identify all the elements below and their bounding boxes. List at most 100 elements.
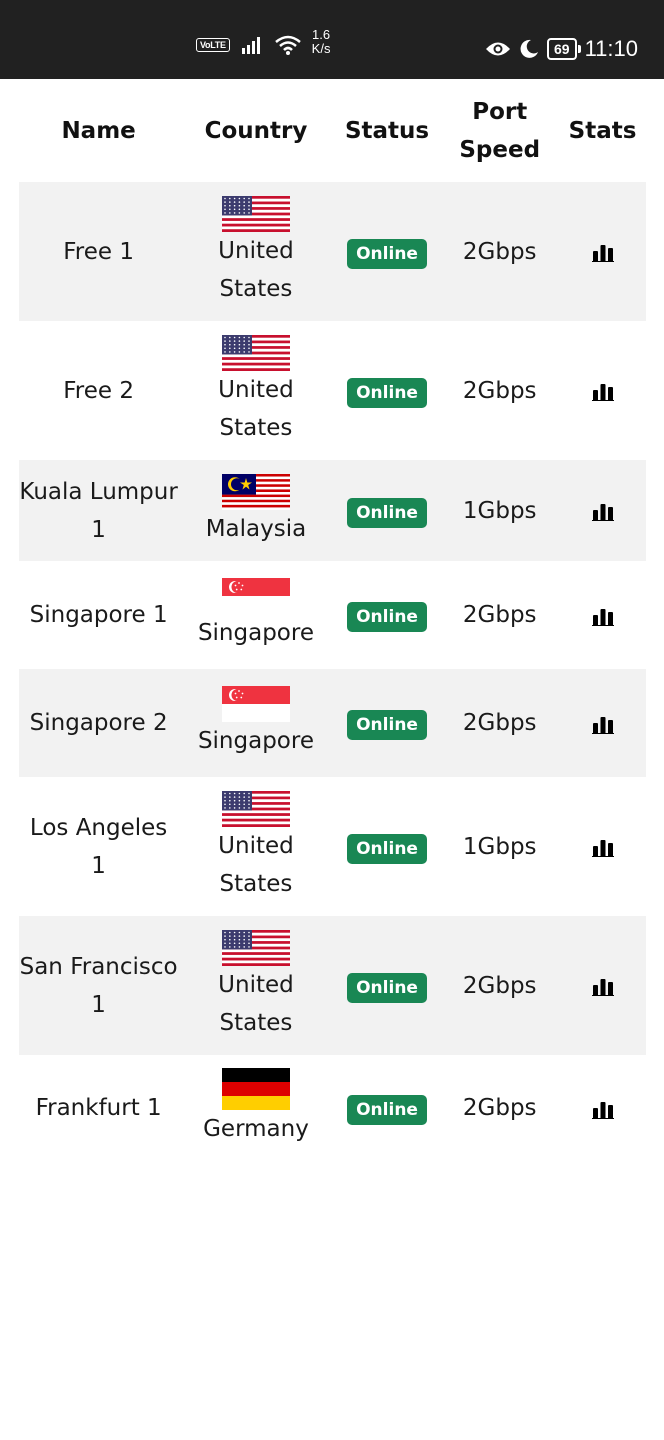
stats-button[interactable]: [559, 460, 646, 561]
server-status: Online: [334, 321, 441, 460]
table-row[interactable]: Los Angeles 1 United States Online 1Gbps: [19, 777, 646, 916]
bar-chart-icon[interactable]: [591, 976, 614, 996]
table-header-row: Name Country Status Port Speed Stats: [19, 79, 646, 182]
port-speed: 2Gbps: [462, 602, 537, 628]
status-badge: Online: [347, 377, 427, 408]
server-name: Free 2: [63, 377, 134, 404]
us-flag-icon: [221, 929, 290, 966]
server-country: Singapore: [178, 561, 333, 669]
bar-chart-icon[interactable]: [591, 714, 614, 734]
server-status: Online: [333, 182, 441, 321]
server-status: Online: [334, 777, 441, 916]
header-status: Status: [344, 117, 430, 144]
server-name: San Francisco 1: [19, 916, 179, 1055]
table-row[interactable]: Free 1 United States Online 2Gbps: [19, 182, 646, 321]
wifi-icon: [274, 35, 301, 55]
singapore-flag-icon: [221, 578, 290, 614]
port-speed: 2Gbps: [440, 182, 560, 321]
stats-button[interactable]: [559, 916, 646, 1055]
status-badge: Online: [347, 497, 427, 528]
us-flag-icon: [221, 334, 290, 371]
volte-icon: VoLTE: [196, 38, 230, 52]
battery-level: 69: [554, 41, 570, 57]
malaysia-flag-icon: [221, 473, 290, 510]
us-flag-icon: [221, 790, 290, 827]
header-stats: Stats: [568, 117, 637, 144]
server-status: Online: [333, 460, 441, 561]
port-speed: 1Gbps: [462, 833, 537, 860]
server-name: Los Angeles 1: [29, 814, 168, 879]
status-badge: Online: [347, 972, 427, 1003]
stats-button[interactable]: [559, 561, 646, 669]
server-table: Name Country Status Port Speed Stats Fre…: [19, 79, 646, 1161]
port-speed: 2Gbps: [462, 377, 537, 404]
server-country: United States: [178, 777, 333, 916]
server-status: Online: [334, 561, 441, 669]
country-name: United States: [218, 832, 294, 897]
server-country: United States: [178, 182, 334, 321]
port-speed: 2Gbps: [440, 669, 560, 777]
header-country: Country: [204, 117, 308, 144]
status-badge: Online: [347, 238, 427, 269]
header-name: Name: [61, 117, 136, 144]
table-row[interactable]: Frankfurt 1 Germany Online 2Gbps: [19, 1055, 646, 1161]
bar-chart-icon[interactable]: [591, 1099, 614, 1119]
bar-chart-icon[interactable]: [591, 837, 614, 857]
server-name: Frankfurt 1: [35, 1095, 162, 1121]
speed-value: 1.6: [312, 27, 331, 42]
port-speed: 2Gbps: [462, 1095, 537, 1121]
country-name: United States: [218, 971, 294, 1036]
table-row[interactable]: Singapore 1 Singapore Online 2Gbps: [19, 561, 646, 669]
stats-button[interactable]: [559, 669, 646, 777]
country-name: United States: [218, 376, 294, 441]
stats-button[interactable]: [559, 321, 646, 460]
network-speed: 1.6 K/s: [312, 28, 331, 56]
stats-button[interactable]: [559, 182, 646, 321]
country-name: Germany: [203, 1116, 309, 1142]
bar-chart-icon[interactable]: [591, 242, 614, 262]
server-name: Kuala Lumpur 1: [19, 460, 179, 561]
stats-button[interactable]: [559, 1055, 646, 1161]
server-name: Singapore 2: [19, 669, 179, 777]
server-country: United States: [178, 916, 334, 1055]
server-name: Singapore 1: [29, 602, 168, 628]
status-badge: Online: [347, 1095, 427, 1125]
server-country: Germany: [178, 1055, 333, 1161]
clock: 11:10: [584, 36, 638, 61]
status-bar-left: VoLTE 1.6 K/s: [196, 28, 330, 56]
country-name: Singapore: [197, 620, 314, 646]
bar-chart-icon[interactable]: [591, 381, 614, 401]
singapore-flag-icon: [221, 686, 290, 722]
table-row[interactable]: Singapore 2 Singapore Online 2Gbps: [19, 669, 646, 777]
server-country: Singapore: [178, 669, 334, 777]
cell-signal-icon: [241, 37, 260, 54]
country-name: United States: [218, 237, 294, 302]
server-status: Online: [333, 669, 441, 777]
bar-chart-icon[interactable]: [591, 606, 614, 626]
server-country: Malaysia: [178, 460, 334, 561]
country-name: Malaysia: [205, 515, 307, 542]
server-status: Online: [334, 1055, 441, 1161]
header-port-speed: Port Speed: [459, 98, 541, 163]
server-status: Online: [333, 916, 441, 1055]
status-badge: Online: [347, 602, 427, 632]
status-bar: VoLTE 1.6 K/s 69 11:10: [0, 0, 664, 79]
table-row[interactable]: Kuala Lumpur 1 Malaysia Online 1Gbps: [19, 460, 646, 561]
status-badge: Online: [347, 710, 427, 740]
table-row[interactable]: San Francisco 1 United States Online 2Gbps: [19, 916, 646, 1055]
eye-icon: [486, 42, 510, 56]
server-name: Free 1: [19, 182, 179, 321]
table-row[interactable]: Free 2 United States Online 2Gbps: [19, 321, 646, 460]
germany-flag-icon: [221, 1068, 290, 1110]
battery-icon: 69: [547, 38, 581, 60]
status-bar-right: 69 11:10: [485, 36, 638, 62]
port-speed: 1Gbps: [440, 460, 560, 561]
server-country: United States: [178, 321, 333, 460]
stats-button[interactable]: [559, 777, 646, 916]
country-name: Singapore: [197, 728, 314, 754]
moon-icon: [520, 39, 538, 58]
bar-chart-icon[interactable]: [591, 501, 614, 521]
us-flag-icon: [221, 195, 290, 232]
status-badge: Online: [347, 833, 427, 864]
port-speed: 2Gbps: [440, 916, 560, 1055]
